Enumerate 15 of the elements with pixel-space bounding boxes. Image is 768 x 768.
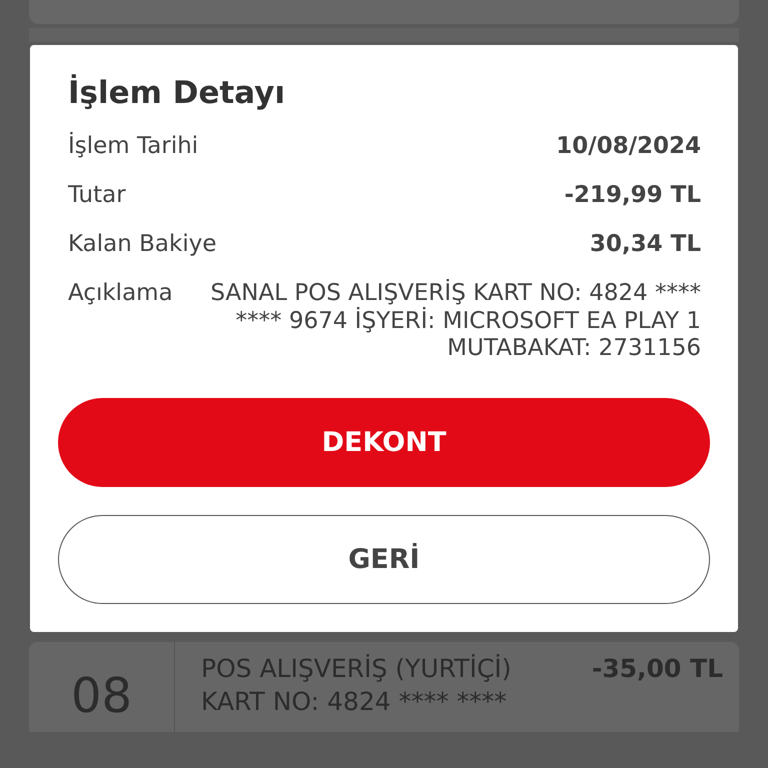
transaction-title: POS ALIŞVERİŞ (YURTİÇİ)	[201, 654, 512, 683]
dialog-title: İşlem Detayı	[68, 75, 286, 111]
detail-value: SANAL POS ALIŞVERİŞ KART NO: 4824 **** **** 9674 İŞYERİ: MICROSOFT EA PLAY 1 MUTABAKAT: 2731156	[210, 280, 701, 362]
detail-value: -219,99 TL	[564, 182, 701, 210]
transaction-detail: KART NO: 4824 **** ****	[201, 686, 508, 716]
detail-label: Kalan Bakiye	[68, 231, 216, 258]
transaction-day: 08	[29, 642, 175, 732]
detail-label: İşlem Tarihi	[68, 133, 198, 159]
transaction-amount: -35,00 TL	[592, 654, 723, 683]
detail-label: Açıklama	[68, 280, 173, 306]
back-button[interactable]: GERİ	[58, 514, 710, 604]
receipt-button[interactable]: DEKONT	[58, 398, 710, 487]
detail-value: 10/08/2024	[556, 133, 701, 160]
detail-label: Tutar	[68, 182, 126, 208]
detail-value: 30,34 TL	[590, 231, 701, 258]
